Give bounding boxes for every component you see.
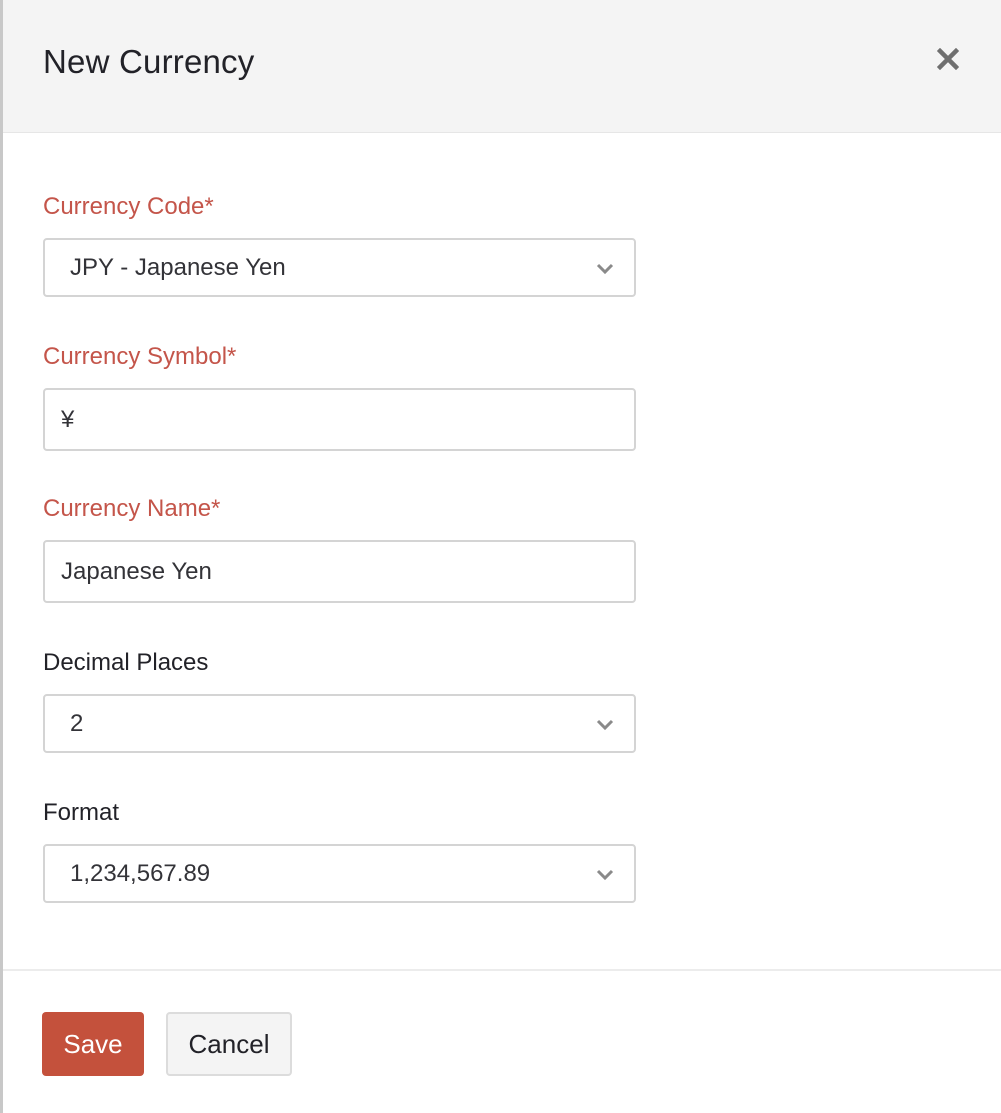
currency-name-value: Japanese Yen (61, 557, 212, 585)
currency-code-select[interactable]: JPY - Japanese Yen (43, 238, 636, 297)
currency-code-value: JPY - Japanese Yen (70, 253, 286, 281)
close-icon (937, 48, 959, 70)
dialog-title: New Currency (43, 43, 255, 80)
currency-name-input[interactable]: Japanese Yen (43, 540, 636, 603)
decimal-places-select[interactable]: 2 (43, 694, 636, 753)
format-value: 1,234,567.89 (70, 859, 211, 887)
chevron-down-icon (596, 263, 614, 274)
close-button[interactable] (933, 44, 963, 74)
currency-symbol-input[interactable]: ¥ (43, 388, 636, 451)
format-select[interactable]: 1,234,567.89 (43, 844, 636, 903)
footer-divider (3, 969, 1001, 971)
save-button[interactable]: Save (42, 1012, 144, 1076)
new-currency-dialog: New Currency Currency Code* JPY - Japane… (0, 0, 1001, 1113)
currency-symbol-value: ¥ (61, 405, 75, 433)
currency-symbol-label: Currency Symbol* (43, 343, 237, 370)
chevron-down-icon (596, 719, 614, 730)
chevron-down-icon (596, 869, 614, 880)
currency-code-label: Currency Code* (43, 193, 214, 220)
dialog-header: New Currency (3, 0, 1001, 133)
format-label: Format (43, 799, 120, 826)
currency-name-label: Currency Name* (43, 495, 221, 522)
decimal-places-label: Decimal Places (43, 649, 209, 676)
cancel-button[interactable]: Cancel (166, 1012, 292, 1076)
decimal-places-value: 2 (70, 709, 84, 737)
